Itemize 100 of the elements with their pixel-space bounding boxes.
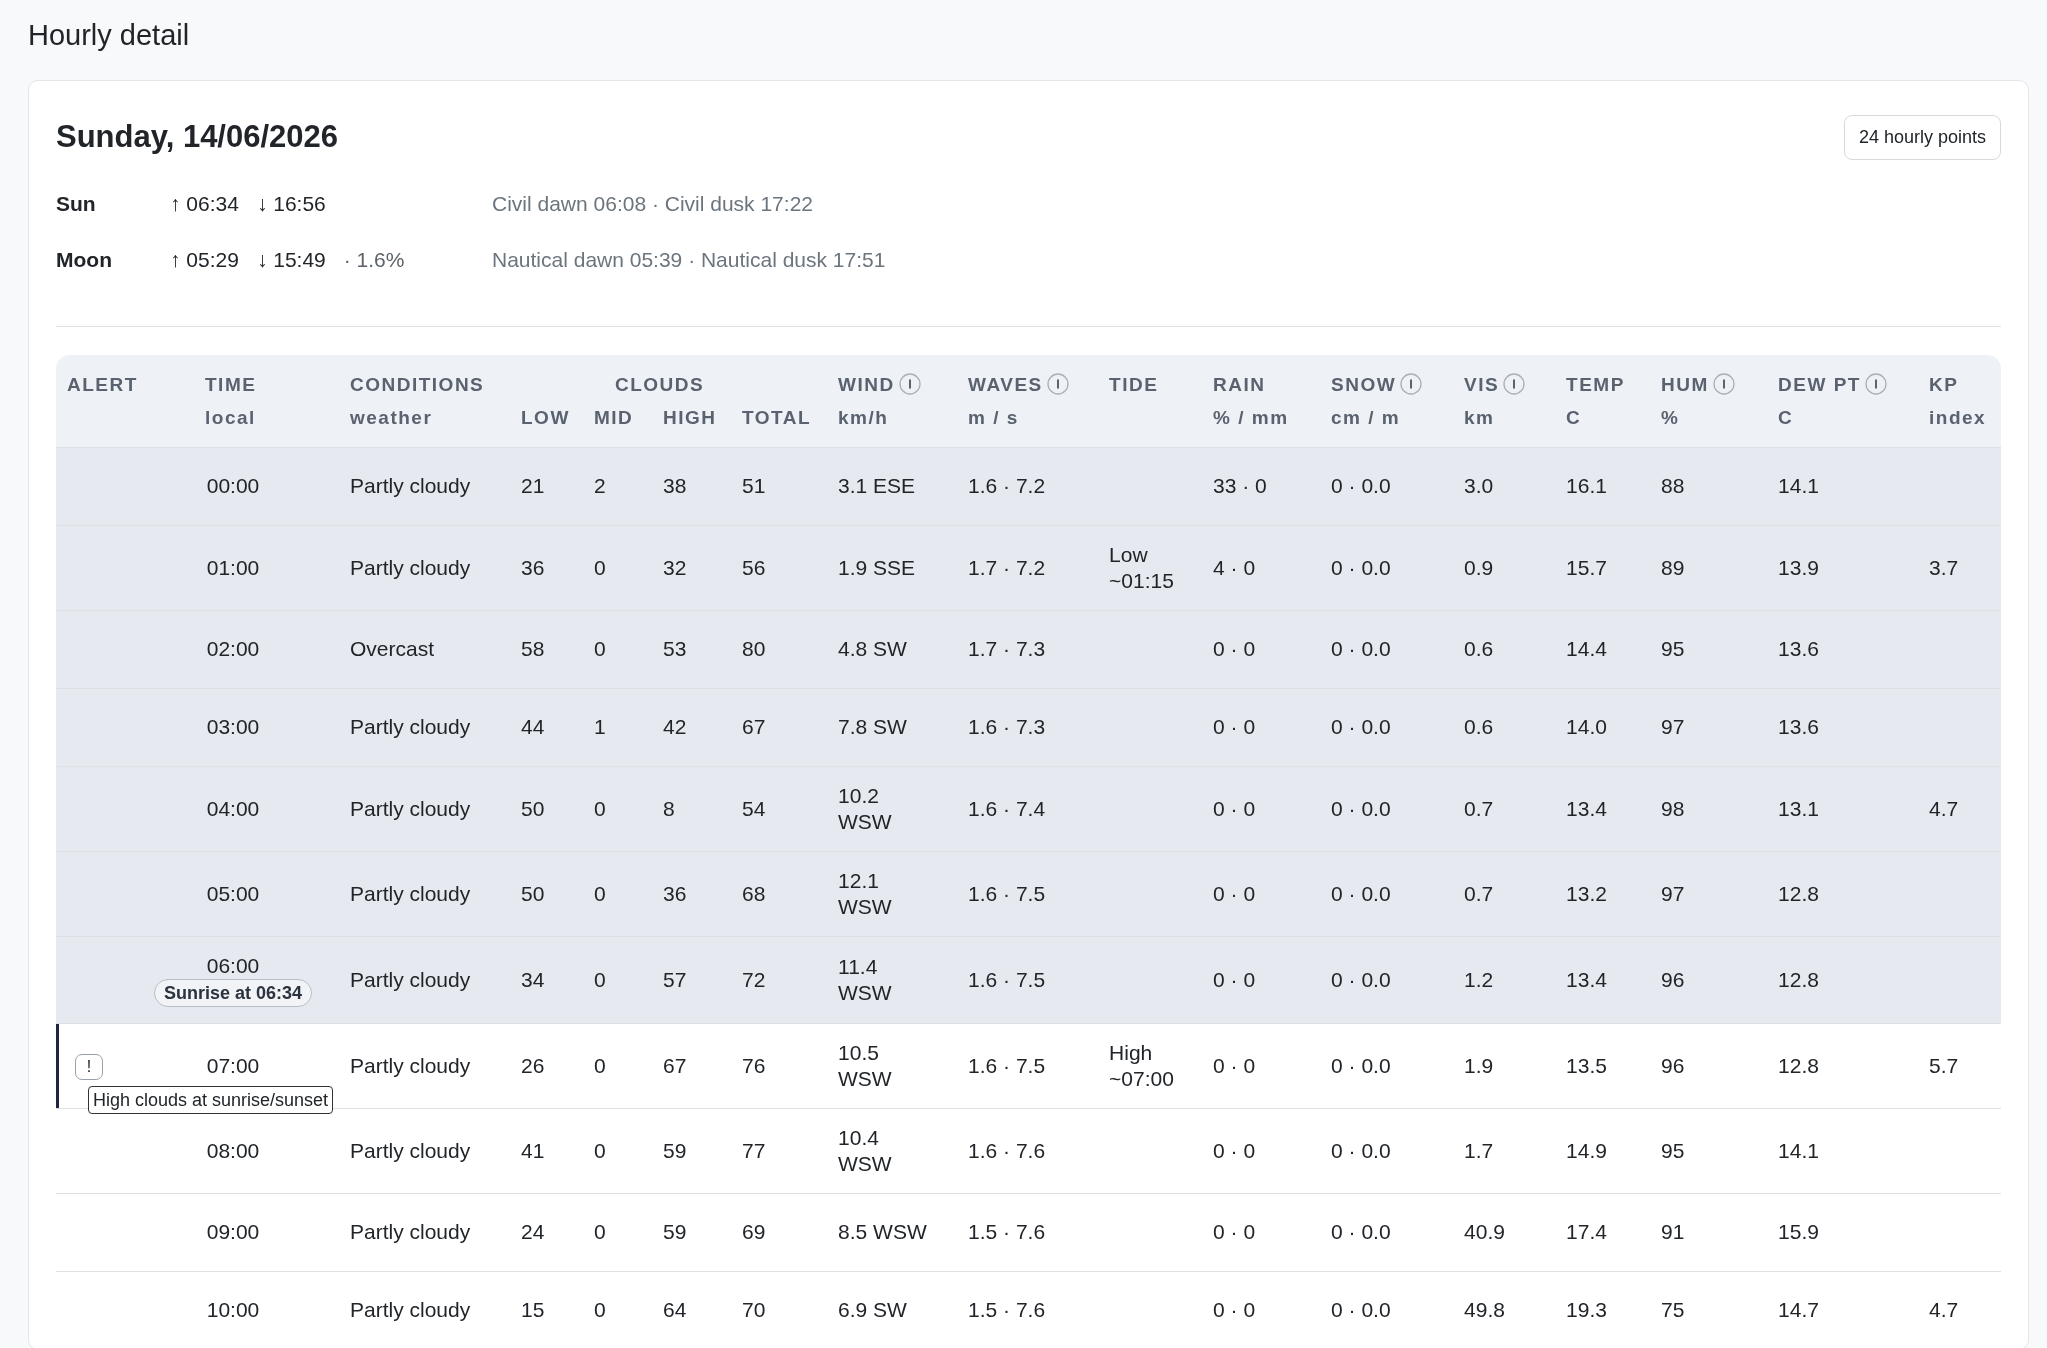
cloud-cell: 59 bbox=[663, 1220, 687, 1243]
temperature-cell: 14.9 bbox=[1566, 1138, 1607, 1162]
cloud-cell: 0 bbox=[594, 555, 606, 579]
conditions-cell: Partly cloudy bbox=[350, 1138, 471, 1162]
snow-cell: 0 · 0.0 bbox=[1331, 1138, 1391, 1162]
column-header: DEW PT bbox=[1778, 374, 1861, 396]
time-cell: 07:00 bbox=[206, 1052, 260, 1079]
dew-point-cell: 13.9 bbox=[1778, 555, 1819, 579]
column-header: LOW bbox=[521, 407, 570, 429]
rain-cell: 33 · 0 bbox=[1213, 474, 1267, 497]
time-cell: 06:00 bbox=[206, 952, 260, 979]
cloud-cell: 68 bbox=[742, 881, 766, 905]
rain-cell: 0 · 0 bbox=[1213, 1138, 1256, 1162]
column-header: VIS bbox=[1464, 374, 1500, 396]
wind-cell-text: 11.4 WSW bbox=[838, 953, 893, 1006]
column-header: SNOW bbox=[1331, 374, 1397, 396]
snow-cell: 0 · 0.0 bbox=[1331, 1220, 1391, 1243]
cloud-cell: 1 bbox=[594, 715, 606, 738]
info-icon[interactable] bbox=[1400, 373, 1423, 396]
humidity-cell: 96 bbox=[1661, 967, 1685, 991]
wind-cell: 7.8 SW bbox=[838, 714, 907, 740]
info-icon[interactable] bbox=[1503, 373, 1526, 396]
snow-cell: 0 · 0.0 bbox=[1331, 715, 1391, 738]
waves-cell: 1.6 · 7.3 bbox=[968, 715, 1046, 738]
cloud-cell: 26 bbox=[521, 1053, 545, 1077]
temperature-cell: 13.5 bbox=[1566, 1053, 1607, 1077]
waves-cell: 1.5 · 7.6 bbox=[968, 1220, 1046, 1243]
visibility-cell: 1.7 bbox=[1464, 1138, 1494, 1162]
illumination-text: · 1.6% bbox=[343, 247, 405, 274]
time-cell: 04:00 bbox=[206, 795, 260, 822]
time-cell: 09:00 bbox=[206, 1219, 260, 1245]
info-icon[interactable] bbox=[898, 373, 921, 396]
cloud-cell: 70 bbox=[742, 1298, 766, 1322]
rain-cell: 0 · 0 bbox=[1213, 1298, 1256, 1322]
wind-cell: 8.5 WSW bbox=[838, 1219, 927, 1245]
wind-cell-text: 10.2 WSW bbox=[838, 782, 893, 835]
rain-cell: 0 · 0 bbox=[1213, 715, 1256, 738]
cloud-cell: 42 bbox=[663, 715, 687, 738]
cloud-cell: 38 bbox=[663, 474, 687, 497]
rain-cell: 0 · 0 bbox=[1213, 881, 1256, 905]
cloud-cell: 34 bbox=[521, 967, 545, 991]
dew-point-cell: 14.1 bbox=[1778, 1138, 1819, 1162]
visibility-cell: 1.2 bbox=[1464, 967, 1494, 991]
time-cell: 03:00 bbox=[206, 714, 260, 740]
cloud-cell: 64 bbox=[663, 1298, 687, 1322]
info-icon[interactable] bbox=[1864, 373, 1887, 396]
waves-cell: 1.6 · 7.5 bbox=[968, 881, 1046, 905]
conditions-cell: Partly cloudy bbox=[350, 1220, 471, 1243]
info-icon[interactable] bbox=[1046, 373, 1069, 396]
dew-point-cell: 12.8 bbox=[1778, 967, 1819, 991]
dew-point-cell: 14.1 bbox=[1778, 474, 1819, 497]
humidity-cell: 97 bbox=[1661, 715, 1685, 738]
visibility-cell: 0.7 bbox=[1464, 881, 1494, 905]
time-cell: 01:00 bbox=[206, 554, 260, 581]
unit-label: weather bbox=[350, 407, 433, 429]
cloud-cell: 76 bbox=[742, 1053, 766, 1077]
time-cell: 10:00 bbox=[206, 1297, 260, 1324]
cloud-cell: 80 bbox=[742, 637, 766, 660]
set-time: ↓ 15:49 bbox=[256, 247, 326, 274]
rain-cell: 0 · 0 bbox=[1213, 967, 1256, 991]
time-cell: 05:00 bbox=[206, 880, 260, 907]
snow-cell: 0 · 0.0 bbox=[1331, 555, 1391, 579]
page-title: Hourly detail bbox=[28, 18, 191, 53]
snow-cell: 0 · 0.0 bbox=[1331, 474, 1391, 497]
snow-cell: 0 · 0.0 bbox=[1331, 1053, 1391, 1077]
cloud-cell: 77 bbox=[742, 1138, 766, 1162]
info-icon[interactable] bbox=[1712, 373, 1735, 396]
temperature-cell: 17.4 bbox=[1566, 1220, 1607, 1243]
visibility-cell: 40.9 bbox=[1464, 1220, 1505, 1243]
cloud-cell: 67 bbox=[742, 715, 766, 738]
cloud-cell: 21 bbox=[521, 474, 545, 497]
humidity-cell: 96 bbox=[1661, 1053, 1685, 1077]
snow-cell: 0 · 0.0 bbox=[1331, 967, 1391, 991]
column-header: TIDE bbox=[1109, 373, 1159, 395]
dew-point-cell: 13.1 bbox=[1778, 796, 1819, 820]
temperature-cell: 16.1 bbox=[1566, 474, 1607, 497]
rain-cell: 0 · 0 bbox=[1213, 637, 1256, 660]
cloud-cell: 0 bbox=[594, 967, 606, 991]
cloud-cell: 0 bbox=[594, 1298, 606, 1322]
wind-cell: 3.1 ESE bbox=[838, 473, 916, 499]
cloud-cell: 0 bbox=[594, 637, 606, 660]
snow-cell: 0 · 0.0 bbox=[1331, 1298, 1391, 1322]
cloud-cell: 59 bbox=[663, 1138, 687, 1162]
humidity-cell: 98 bbox=[1661, 796, 1685, 820]
humidity-cell: 97 bbox=[1661, 881, 1685, 905]
conditions-cell: Partly cloudy bbox=[350, 555, 471, 579]
humidity-cell: 95 bbox=[1661, 637, 1685, 660]
cloud-cell: 57 bbox=[663, 967, 687, 991]
cloud-cell: 0 bbox=[594, 796, 606, 820]
cloud-cell: 69 bbox=[742, 1220, 766, 1243]
visibility-cell: 0.9 bbox=[1464, 555, 1494, 579]
kp-index-cell: 4.7 bbox=[1929, 796, 1959, 820]
cloud-cell: 36 bbox=[663, 881, 687, 905]
temperature-cell: 14.4 bbox=[1566, 637, 1607, 660]
conditions-cell: Overcast bbox=[350, 637, 435, 660]
points-badge: 24 hourly points bbox=[1843, 115, 2001, 160]
alert-icon[interactable]: ! bbox=[75, 1053, 103, 1080]
tooltip: High clouds at sunrise/sunset bbox=[88, 1085, 334, 1114]
waves-cell: 1.6 · 7.6 bbox=[968, 1138, 1046, 1162]
conditions-cell: Partly cloudy bbox=[350, 1298, 471, 1322]
